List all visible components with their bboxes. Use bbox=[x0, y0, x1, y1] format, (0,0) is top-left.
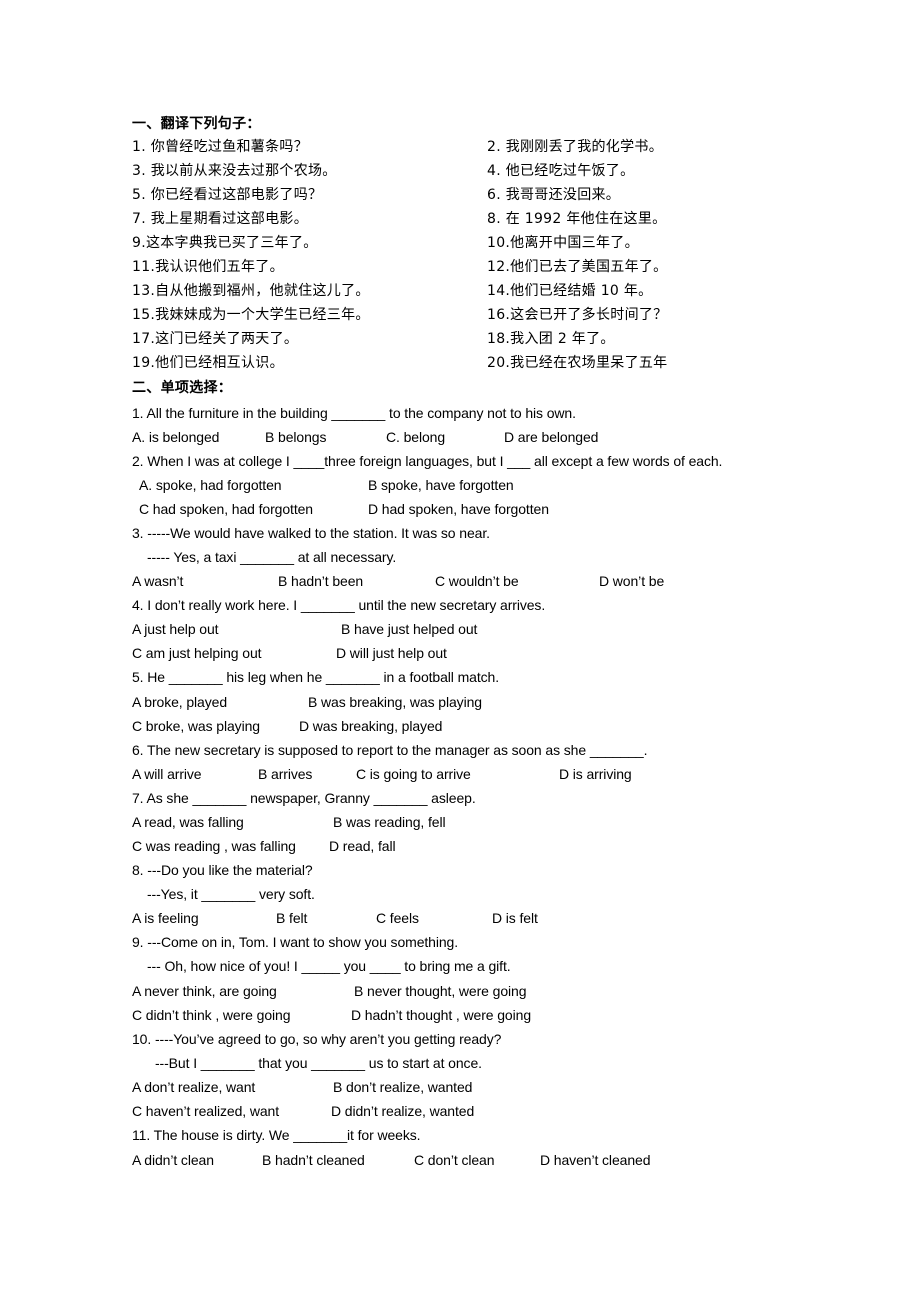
option-c: C wouldn’t be bbox=[435, 573, 519, 589]
translate-item: 1. 你曾经吃过鱼和薯条吗？ bbox=[132, 139, 309, 155]
option-d: D haven’t cleaned bbox=[540, 1152, 651, 1168]
question-stem: 6. The new secretary is supposed to repo… bbox=[132, 742, 648, 758]
question-stem-reply: --- Oh, how nice of you! I _____ you ___… bbox=[147, 958, 511, 974]
question-stem: 8. ---Do you like the material? bbox=[132, 862, 313, 878]
option-b: B was reading, fell bbox=[333, 814, 446, 830]
option-d: D had spoken, have forgotten bbox=[368, 501, 549, 517]
option-b: B belongs bbox=[265, 429, 327, 445]
option-d: D hadn’t thought , were going bbox=[351, 1007, 532, 1023]
option-b: B felt bbox=[276, 910, 308, 926]
option-c: C didn’t think , were going bbox=[132, 1007, 291, 1023]
question-stem: 2. When I was at college I ____three for… bbox=[132, 453, 723, 469]
document-page: 一、翻译下列句子： 1. 你曾经吃过鱼和薯条吗？ 2. 我刚刚丢了我的化学书。 … bbox=[0, 0, 920, 1302]
translate-item: 11.我认识他们五年了。 bbox=[132, 259, 284, 275]
option-b: B hadn’t been bbox=[278, 573, 364, 589]
option-b: B hadn’t cleaned bbox=[262, 1152, 365, 1168]
option-b: B never thought, were going bbox=[354, 983, 527, 999]
option-b: B was breaking, was playing bbox=[308, 694, 482, 710]
translate-item: 8. 在 1992 年他住在这里。 bbox=[487, 211, 667, 227]
question-stem-reply: ----- Yes, a taxi _______ at all necessa… bbox=[147, 549, 397, 565]
option-a: A. is belonged bbox=[132, 429, 220, 445]
translate-item: 18.我入团 2 年了。 bbox=[487, 331, 615, 347]
option-c: C am just helping out bbox=[132, 645, 262, 661]
question-stem: 7. As she _______ newspaper, Granny ____… bbox=[132, 790, 476, 806]
option-c: C. belong bbox=[386, 429, 446, 445]
question-stem: 9. ---Come on in, Tom. I want to show yo… bbox=[132, 934, 459, 950]
option-d: D will just help out bbox=[336, 645, 447, 661]
question-stem-reply: ---Yes, it _______ very soft. bbox=[147, 886, 315, 902]
translate-item: 12.他们已去了美国五年了。 bbox=[487, 259, 668, 275]
translate-item: 10.他离开中国三年了。 bbox=[487, 235, 639, 251]
option-d: D is felt bbox=[492, 910, 538, 926]
option-a: A will arrive bbox=[132, 766, 202, 782]
section-heading-multiple-choice: 二、单项选择： bbox=[132, 380, 233, 396]
translate-item: 20.我已经在农场里呆了五年 bbox=[487, 355, 668, 371]
option-a: A broke, played bbox=[132, 694, 228, 710]
option-d: D read, fall bbox=[329, 838, 396, 854]
translate-item: 2. 我刚刚丢了我的化学书。 bbox=[487, 139, 664, 155]
option-a: A is feeling bbox=[132, 910, 199, 926]
option-d: D was breaking, played bbox=[299, 718, 443, 734]
translate-item: 9.这本字典我已买了三年了。 bbox=[132, 235, 318, 251]
question-stem: 10. ----You’ve agreed to go, so why aren… bbox=[132, 1031, 502, 1047]
option-a: A. spoke, had forgotten bbox=[139, 477, 282, 493]
option-c: C is going to arrive bbox=[356, 766, 471, 782]
translate-item: 13.自从他搬到福州，他就住这儿了。 bbox=[132, 283, 370, 299]
translate-item: 7. 我上星期看过这部电影。 bbox=[132, 211, 309, 227]
option-b: B spoke, have forgotten bbox=[368, 477, 514, 493]
option-b: B have just helped out bbox=[341, 621, 478, 637]
option-a: A never think, are going bbox=[132, 983, 277, 999]
translate-item: 15.我妹妹成为一个大学生已经三年。 bbox=[132, 307, 370, 323]
question-stem: 5. He _______ his leg when he _______ in… bbox=[132, 669, 500, 685]
option-a: A wasn’t bbox=[132, 573, 184, 589]
option-c: C don’t clean bbox=[414, 1152, 495, 1168]
translate-item: 4. 他已经吃过午饭了。 bbox=[487, 163, 635, 179]
translate-item: 5. 你已经看过这部电影了吗？ bbox=[132, 187, 323, 203]
option-b: B don’t realize, wanted bbox=[333, 1079, 473, 1095]
option-d: D won’t be bbox=[599, 573, 665, 589]
option-c: C haven’t realized, want bbox=[132, 1103, 280, 1119]
translate-item: 3. 我以前从来没去过那个农场。 bbox=[132, 163, 337, 179]
translate-item: 14.他们已经结婚 10 年。 bbox=[487, 283, 653, 299]
translate-item: 17.这门已经关了两天了。 bbox=[132, 331, 299, 347]
question-stem: 3. -----We would have walked to the stat… bbox=[132, 525, 490, 541]
option-d: D is arriving bbox=[559, 766, 632, 782]
translate-item: 6. 我哥哥还没回来。 bbox=[487, 187, 621, 203]
option-b: B arrives bbox=[258, 766, 313, 782]
option-c: C broke, was playing bbox=[132, 718, 260, 734]
option-c: C feels bbox=[376, 910, 419, 926]
option-d: D are belonged bbox=[504, 429, 599, 445]
option-a: A just help out bbox=[132, 621, 219, 637]
option-c: C had spoken, had forgotten bbox=[139, 501, 313, 517]
translate-item: 16.这会已开了多长时间了？ bbox=[487, 307, 668, 323]
question-stem-reply: ---But I _______ that you _______ us to … bbox=[155, 1055, 482, 1071]
option-a: A don’t realize, want bbox=[132, 1079, 256, 1095]
option-a: A didn’t clean bbox=[132, 1152, 214, 1168]
question-stem: 11. The house is dirty. We _______it for… bbox=[132, 1127, 421, 1143]
translate-item: 19.他们已经相互认识。 bbox=[132, 355, 284, 371]
option-a: A read, was falling bbox=[132, 814, 244, 830]
section-heading-translate: 一、翻译下列句子： bbox=[132, 116, 261, 132]
option-c: C was reading , was falling bbox=[132, 838, 296, 854]
question-stem: 1. All the furniture in the building ___… bbox=[132, 405, 576, 421]
question-stem: 4. I don’t really work here. I _______ u… bbox=[132, 597, 546, 613]
option-d: D didn’t realize, wanted bbox=[331, 1103, 475, 1119]
